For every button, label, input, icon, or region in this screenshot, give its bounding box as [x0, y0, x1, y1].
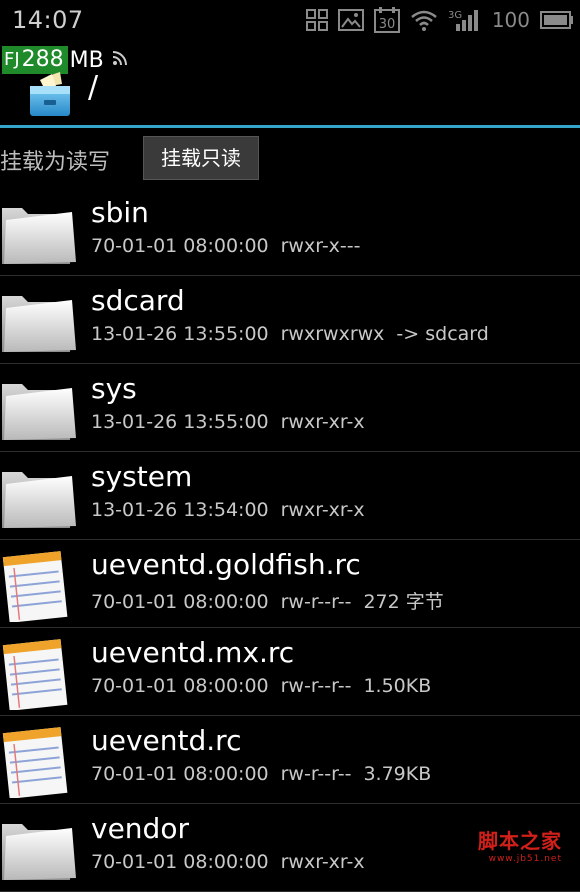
file-manager-logo-icon[interactable]	[26, 72, 74, 118]
file-name: sbin	[91, 196, 149, 229]
file-row[interactable]: ueventd.rc 70-01-01 08:00:00 rw-r--r-- 3.79…	[0, 716, 580, 804]
watermark-title: 脚本之家	[478, 829, 562, 853]
file-date: 70-01-01 08:00:00	[91, 675, 269, 697]
apps-grid-icon	[305, 9, 328, 31]
file-date: 70-01-01 08:00:00	[91, 763, 269, 785]
file-permissions: rwxr-xr-x	[280, 411, 365, 433]
file-row[interactable]: sdcard 13-01-26 13:55:00 rwxrwxrwx -> sdcar…	[0, 276, 580, 364]
text-file-icon	[0, 546, 80, 623]
file-permissions: rw-r--r--	[280, 675, 352, 697]
status-bar: 14:07 30 3G 100	[0, 0, 580, 42]
file-meta: 13-01-26 13:55:00 rwxr-xr-x	[91, 411, 377, 433]
svg-text:3G: 3G	[448, 10, 462, 21]
file-extra: 3.79KB	[363, 763, 432, 785]
calendar-30-icon: 30	[373, 7, 400, 33]
file-date: 13-01-26 13:55:00	[91, 323, 269, 345]
app-header: FJ 288 MB /	[0, 42, 580, 126]
file-date: 70-01-01 08:00:00	[91, 235, 269, 257]
folder-icon	[0, 194, 80, 270]
folder-icon	[0, 458, 80, 534]
file-permissions: rwxr-x---	[280, 235, 361, 257]
file-name: sys	[91, 372, 137, 405]
file-extra: 1.50KB	[363, 675, 432, 697]
file-meta: 13-01-26 13:55:00 rwxrwxrwx -> sdcard	[91, 323, 501, 345]
file-name: ueventd.goldfish.rc	[91, 548, 361, 581]
file-name: ueventd.rc	[91, 724, 242, 757]
file-row[interactable]: system 13-01-26 13:54:00 rwxr-xr-x	[0, 452, 580, 540]
memory-value: 288	[21, 47, 64, 72]
file-extra: -> sdcard	[396, 323, 489, 345]
text-file-icon	[0, 634, 80, 711]
status-icons: 30 3G 100	[305, 6, 574, 34]
mount-readonly-button[interactable]: 挂载只读	[143, 136, 259, 180]
file-row[interactable]: ueventd.goldfish.rc 70-01-01 08:00:00 rw-r…	[0, 540, 580, 628]
file-name: vendor	[91, 812, 189, 845]
file-list: sbin 70-01-01 08:00:00 rwxr-x--- sdcard 13-…	[0, 188, 580, 892]
file-row[interactable]: sys 13-01-26 13:55:00 rwxr-xr-x	[0, 364, 580, 452]
file-extra: 272 字节	[363, 591, 444, 613]
wifi-icon	[410, 9, 438, 31]
file-row[interactable]: sbin 70-01-01 08:00:00 rwxr-x---	[0, 188, 580, 276]
memory-prefix: FJ	[4, 49, 20, 70]
folder-icon	[0, 282, 80, 358]
file-permissions: rw-r--r--	[280, 591, 352, 613]
mount-bar: 挂载为读写 挂载只读	[0, 128, 580, 188]
text-file-icon	[0, 722, 80, 799]
file-permissions: rwxrwxrwx	[280, 323, 385, 345]
3g-signal-icon: 3G	[448, 8, 482, 32]
file-name: sdcard	[91, 284, 185, 317]
file-meta: 70-01-01 08:00:00 rw-r--r-- 3.79KB	[91, 763, 443, 785]
current-path: /	[88, 70, 99, 105]
watermark-url: www.jb51.net	[488, 854, 562, 864]
file-permissions: rw-r--r--	[280, 763, 352, 785]
file-meta: 70-01-01 08:00:00 rwxr-x---	[91, 235, 372, 257]
file-date: 13-01-26 13:54:00	[91, 499, 269, 521]
memory-unit: MB	[69, 47, 104, 73]
file-date: 70-01-01 08:00:00	[91, 591, 269, 613]
file-meta: 70-01-01 08:00:00 rw-r--r-- 272 字节	[91, 587, 456, 614]
image-icon	[337, 9, 364, 31]
svg-text:30: 30	[379, 17, 396, 32]
file-permissions: rwxr-xr-x	[280, 499, 365, 521]
folder-icon	[0, 810, 80, 886]
folder-icon	[0, 370, 80, 446]
mount-status-label: 挂载为读写	[0, 150, 111, 175]
memory-indicator: FJ 288	[2, 46, 68, 74]
memory-badge: FJ 288 MB	[2, 46, 128, 74]
file-date: 13-01-26 13:55:00	[91, 411, 269, 433]
file-row[interactable]: ueventd.mx.rc 70-01-01 08:00:00 rw-r--r-- 1…	[0, 628, 580, 716]
file-meta: 13-01-26 13:54:00 rwxr-xr-x	[91, 499, 377, 521]
watermark: 脚本之家 www.jb51.net	[478, 825, 562, 864]
battery-level: 100	[491, 8, 530, 32]
status-time: 14:07	[12, 6, 84, 34]
file-name: ueventd.mx.rc	[91, 636, 295, 669]
rss-icon	[112, 50, 128, 70]
file-name: system	[91, 460, 193, 493]
battery-icon	[540, 10, 574, 30]
file-meta: 70-01-01 08:00:00 rw-r--r-- 1.50KB	[91, 675, 443, 697]
